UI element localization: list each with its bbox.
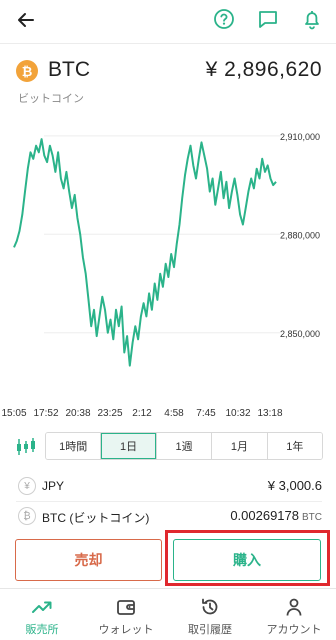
asset-summary: ₿ BTC ¥ 2,896,620 bbox=[0, 56, 336, 86]
x-tick-label: 15:05 bbox=[1, 408, 26, 419]
chat-icon[interactable] bbox=[255, 6, 281, 32]
bitcoin-coin-icon: ₿ bbox=[18, 507, 36, 525]
app-header bbox=[0, 0, 336, 44]
balance-amount: ¥ 3,000.6 bbox=[267, 478, 322, 493]
trend-up-icon bbox=[32, 601, 52, 613]
timeframe-1h[interactable]: 1時間 bbox=[46, 433, 102, 459]
timeframe-1d[interactable]: 1日 bbox=[101, 433, 157, 459]
y-tick-label: 2,880,000 bbox=[280, 230, 320, 240]
history-icon bbox=[202, 598, 218, 615]
y-tick-label: 2,910,000 bbox=[280, 132, 320, 142]
x-tick-label: 23:25 bbox=[97, 408, 122, 419]
timeframe-1w[interactable]: 1週 bbox=[156, 433, 213, 459]
balance-value: 0.00269178 BTC bbox=[230, 508, 322, 523]
buy-button[interactable]: 購入 bbox=[173, 539, 321, 581]
balance-amount: 0.00269178 bbox=[230, 508, 299, 523]
price-chart[interactable]: 2,910,000 2,880,000 2,850,000 15:05 17:52 20:… bbox=[0, 120, 336, 420]
nav-item-account[interactable]: アカウント bbox=[252, 589, 336, 640]
nav-item-history[interactable]: 取引履歴 bbox=[168, 589, 252, 640]
account-icon bbox=[286, 598, 302, 616]
back-arrow-icon[interactable] bbox=[12, 6, 40, 34]
x-tick-label: 7:45 bbox=[196, 408, 216, 419]
y-tick-label: 2,850,000 bbox=[280, 329, 320, 339]
price-chart-svg[interactable]: 2,910,000 2,880,000 2,850,000 15:05 17:52 20:… bbox=[0, 120, 336, 420]
bell-icon[interactable] bbox=[299, 6, 325, 32]
trade-actions: 売却 購入 bbox=[0, 530, 336, 588]
sell-button[interactable]: 売却 bbox=[15, 539, 162, 581]
bitcoin-icon: ₿ bbox=[16, 60, 38, 82]
nav-item-exchange[interactable]: 販売所 bbox=[0, 589, 84, 640]
asset-name: ビットコイン bbox=[18, 93, 84, 105]
balance-row-btc: ₿ BTC (ビットコイン) 0.00269178 BTC bbox=[0, 503, 336, 531]
x-tick-label: 20:38 bbox=[65, 408, 90, 419]
nav-item-wallet[interactable]: ウォレット bbox=[84, 589, 168, 640]
timeframe-bar: 1時間 1日 1週 1月 1年 bbox=[0, 432, 336, 462]
balance-unit: BTC bbox=[302, 512, 322, 523]
yen-coin-icon: ¥ bbox=[18, 477, 36, 495]
balance-value: ¥ 3,000.6 bbox=[268, 478, 322, 493]
timeframe-1m[interactable]: 1月 bbox=[212, 433, 268, 459]
price-series-line bbox=[13, 138, 277, 367]
timeframe-1y[interactable]: 1年 bbox=[267, 433, 322, 459]
timeframe-selector: 1時間 1日 1週 1月 1年 bbox=[45, 432, 323, 460]
asset-price: ¥ 2,896,620 bbox=[205, 58, 322, 81]
candlestick-icon[interactable] bbox=[14, 436, 38, 458]
balance-label: JPY bbox=[42, 479, 65, 493]
nav-label: 取引履歴 bbox=[188, 624, 232, 636]
divider bbox=[16, 501, 322, 502]
bottom-nav: 販売所 ウォレット 取引履歴 アカウント bbox=[0, 588, 336, 640]
nav-label: 販売所 bbox=[25, 624, 59, 636]
help-icon[interactable] bbox=[211, 6, 237, 32]
wallet-icon bbox=[117, 600, 135, 615]
balance-label: BTC (ビットコイン) bbox=[42, 511, 150, 525]
x-tick-label: 13:18 bbox=[257, 408, 282, 419]
x-tick-label: 10:32 bbox=[225, 408, 250, 419]
nav-label: ウォレット bbox=[98, 624, 154, 636]
x-tick-label: 4:58 bbox=[164, 408, 184, 419]
x-tick-label: 2:12 bbox=[132, 408, 152, 419]
balance-row-jpy: ¥ JPY ¥ 3,000.6 bbox=[0, 473, 336, 501]
asset-symbol: BTC bbox=[48, 58, 90, 81]
nav-label: アカウント bbox=[266, 624, 322, 636]
x-tick-label: 17:52 bbox=[33, 408, 58, 419]
